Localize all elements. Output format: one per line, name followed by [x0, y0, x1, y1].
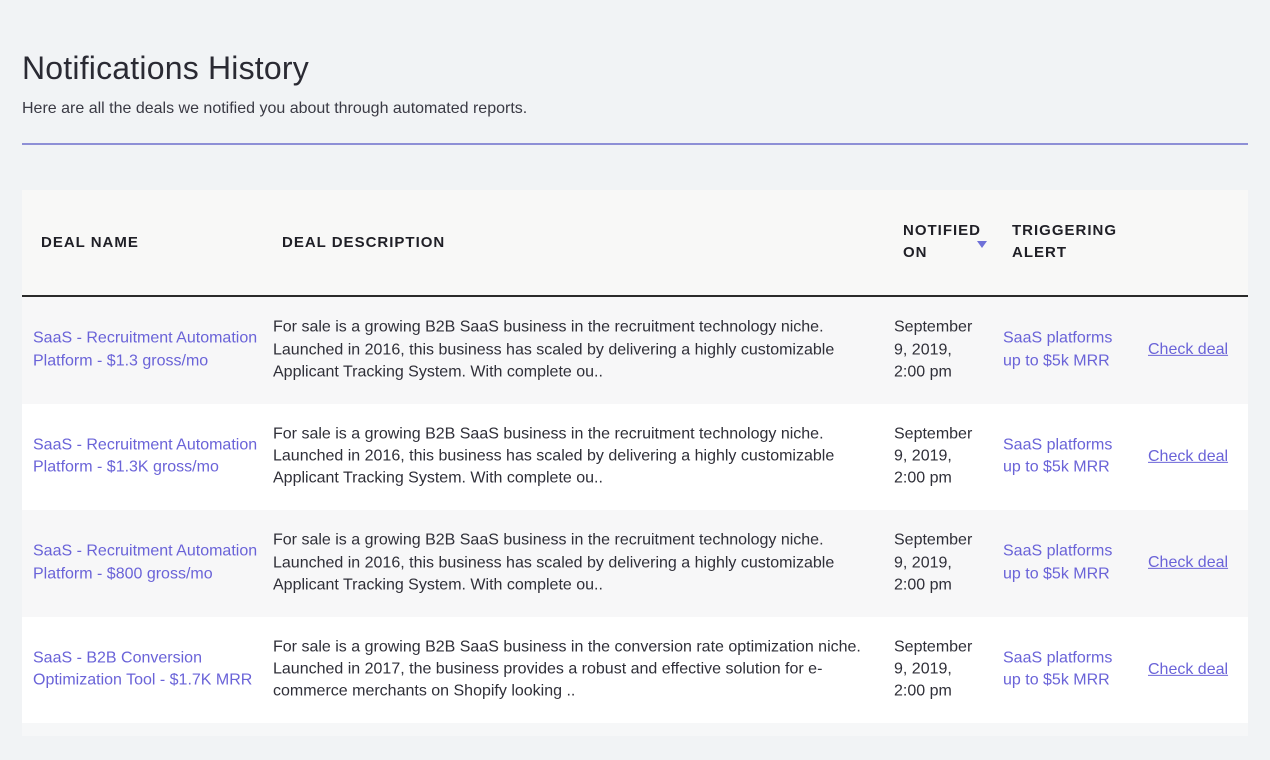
check-deal-link[interactable]: Check deal	[1148, 659, 1228, 681]
table-row: SaaS - Recruitment Automation Platform -…	[22, 403, 1248, 510]
column-header-deal-description[interactable]: DEAL DESCRIPTION	[282, 232, 445, 254]
notified-on-date: September 9, 2019, 2:00 pm	[894, 531, 973, 594]
column-header-triggering-alert[interactable]: TRIGGERING ALERT	[1012, 220, 1122, 264]
table-header: DEAL NAME DEAL DESCRIPTION NOTIFIED ON T…	[22, 190, 1248, 297]
triggering-alert-link[interactable]: SaaS platforms up to $5k MRR	[1003, 541, 1123, 586]
notified-on-date: September 9, 2019, 2:00 pm	[894, 318, 973, 381]
check-deal-link[interactable]: Check deal	[1148, 339, 1228, 361]
deal-name-link[interactable]: SaaS - Recruitment Automation Platform -…	[33, 434, 261, 479]
table-body: SaaS - Recruitment Automation Platform -…	[22, 297, 1248, 723]
deal-description: For sale is a growing B2B SaaS business …	[273, 638, 861, 700]
notified-on-date: September 9, 2019, 2:00 pm	[894, 425, 973, 487]
page-title: Notifications History	[22, 50, 309, 86]
page-subtitle: Here are all the deals we notified you a…	[22, 100, 528, 117]
deal-name-link[interactable]: SaaS - B2B Conversion Optimization Tool …	[33, 647, 261, 692]
column-header-notified-on[interactable]: NOTIFIED ON	[903, 220, 983, 264]
deal-name-link[interactable]: SaaS - Recruitment Automation Platform -…	[33, 541, 261, 586]
notified-on-date: September 9, 2019, 2:00 pm	[894, 638, 973, 700]
header-divider	[22, 143, 1248, 145]
table-row: SaaS - Recruitment Automation Platform -…	[22, 510, 1248, 617]
deal-name-link[interactable]: SaaS - Recruitment Automation Platform -…	[33, 328, 261, 373]
table-row: SaaS - B2B Conversion Optimization Tool …	[22, 616, 1248, 723]
triggering-alert-link[interactable]: SaaS platforms up to $5k MRR	[1003, 328, 1123, 373]
deal-description: For sale is a growing B2B SaaS business …	[273, 531, 835, 594]
table-row: SaaS - Recruitment Automation Platform -…	[22, 297, 1248, 404]
column-header-deal-name[interactable]: DEAL NAME	[41, 232, 139, 254]
check-deal-link[interactable]: Check deal	[1148, 446, 1228, 468]
deal-description: For sale is a growing B2B SaaS business …	[273, 425, 835, 487]
notifications-table: DEAL NAME DEAL DESCRIPTION NOTIFIED ON T…	[22, 190, 1248, 736]
triggering-alert-link[interactable]: SaaS platforms up to $5k MRR	[1003, 434, 1123, 479]
check-deal-link[interactable]: Check deal	[1148, 552, 1228, 574]
deal-description: For sale is a growing B2B SaaS business …	[273, 318, 835, 381]
caret-down-icon[interactable]	[977, 241, 987, 248]
triggering-alert-link[interactable]: SaaS platforms up to $5k MRR	[1003, 647, 1123, 692]
